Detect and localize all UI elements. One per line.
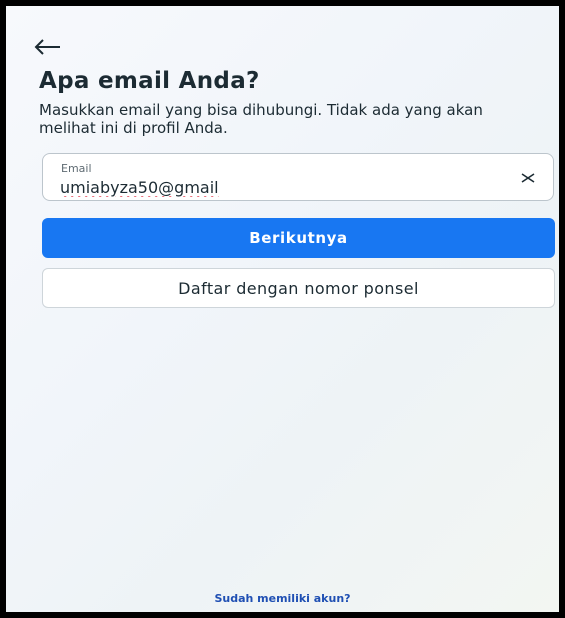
page-subtitle: Masukkan email yang bisa dihubungi. Tida…	[39, 101, 483, 137]
next-button[interactable]: Berikutnya	[42, 218, 555, 258]
app-screen: Apa email Anda? Masukkan email yang bisa…	[0, 0, 565, 618]
email-input[interactable]	[60, 176, 480, 198]
phone-signup-button[interactable]: Daftar dengan nomor ponsel	[42, 268, 555, 308]
page-title: Apa email Anda?	[39, 68, 260, 94]
arrow-left-icon	[34, 39, 60, 55]
close-icon	[521, 173, 535, 183]
email-label: Email	[61, 162, 92, 175]
email-field[interactable]: Email	[42, 153, 554, 201]
clear-email-button[interactable]	[517, 167, 539, 189]
back-button[interactable]	[34, 32, 70, 62]
login-link[interactable]: Sudah memiliki akun?	[6, 592, 559, 605]
